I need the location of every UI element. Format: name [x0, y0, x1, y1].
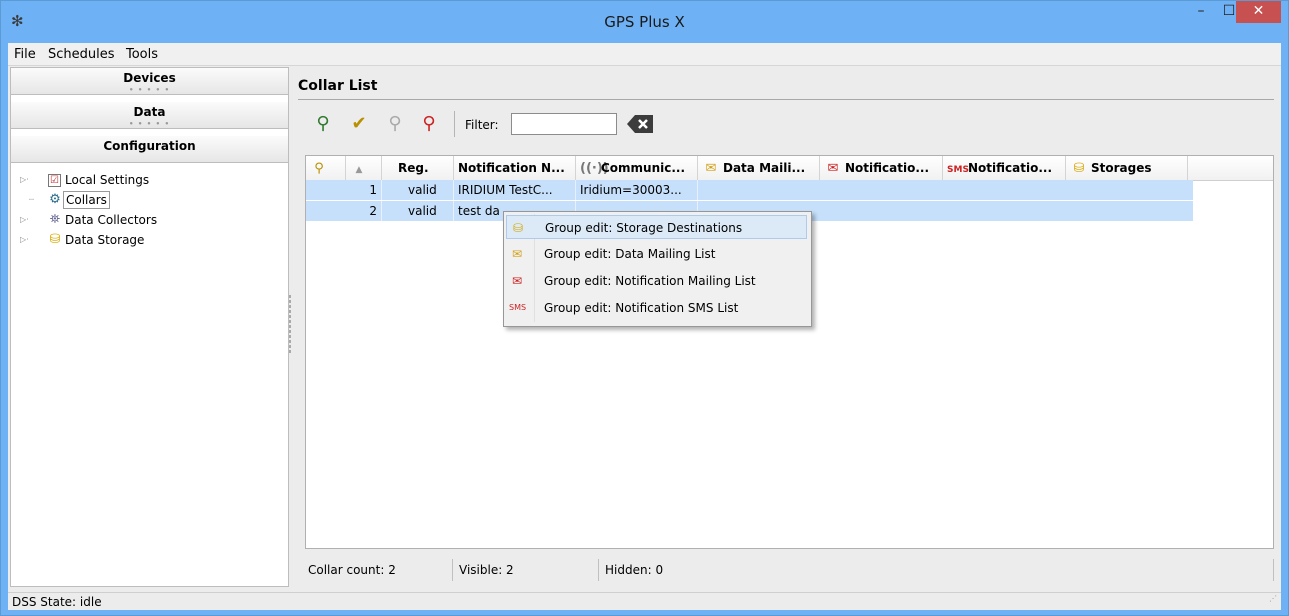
title-bar: ✻ GPS Plus X – ☐ ✕ [1, 1, 1288, 43]
divider [298, 99, 1274, 100]
dss-status: DSS State: idle ⋰ [8, 592, 1281, 610]
column-header-label: Notificatio... [845, 161, 930, 175]
resize-grip-icon[interactable]: ⋰ [1269, 590, 1277, 608]
menu-item-data-mailing-list[interactable]: ✉ Group edit: Data Mailing List [506, 242, 807, 266]
minimize-button[interactable]: – [1187, 1, 1215, 23]
remove-collar-icon[interactable]: ⚲ [416, 113, 442, 135]
navigation-panel: Devices • • • • • Data • • • • • Configu… [10, 67, 289, 587]
add-collar-icon[interactable]: ⚲ [310, 113, 336, 135]
satellite-icon: ⛯ [49, 212, 61, 227]
menu-schedules[interactable]: Schedules [48, 47, 115, 62]
column-header-storages[interactable]: ⛁ Storages [1066, 156, 1188, 180]
tree-item-data-storage[interactable]: ▷· ⛁ Data Storage [11, 230, 288, 250]
row-number: 2 [346, 201, 382, 221]
column-header-label: Data Maili... [723, 161, 806, 175]
table-header: ⚲ ▲ Reg. Notification N... ((·))Communic… [306, 156, 1273, 181]
sms-icon: SMS [509, 303, 527, 312]
mail-icon: ✉ [705, 161, 717, 176]
tree-connector-icon: ┈ [29, 195, 34, 204]
tree-item-label: Data Storage [65, 233, 145, 247]
dss-state-text: DSS State: idle [12, 595, 102, 609]
menu-item-notification-mailing-list[interactable]: ✉ Group edit: Notification Mailing List [506, 269, 807, 293]
row-number: 1 [346, 180, 382, 200]
toolbar: ⚲ ✔ ⚲ ⚲ Filter: [298, 107, 898, 141]
column-header-label: Notification N... [458, 161, 565, 175]
clear-filter-icon[interactable] [625, 113, 655, 135]
section-data-label: Data [133, 105, 166, 119]
column-header-notification-mailing[interactable]: ✉ Notificatio... [820, 156, 943, 180]
row-notification-name: IRIDIUM TestC... [454, 180, 576, 200]
menu-item-label: Group edit: Notification SMS List [544, 301, 739, 315]
tree-item-label: Data Collectors [65, 213, 158, 227]
window-title: GPS Plus X [604, 13, 685, 31]
grip-icon: • • • • • [128, 86, 171, 94]
notification-mail-icon: ✉ [827, 161, 839, 176]
disabled-collar-icon[interactable]: ⚲ [382, 113, 408, 135]
tree-item-label: Local Settings [65, 173, 150, 187]
column-header-data-mailing[interactable]: ✉ Data Maili... [698, 156, 820, 180]
expand-arrow-icon[interactable]: ▷· [20, 230, 29, 250]
close-button[interactable]: ✕ [1236, 1, 1281, 23]
database-icon: ⛁ [512, 221, 524, 235]
menu-bar: File Schedules Tools [8, 43, 1281, 66]
collar-icon: ⚲ [314, 161, 324, 176]
column-header-label: Communic... [601, 161, 686, 175]
row-reg: valid [382, 180, 454, 200]
menu-item-label: Group edit: Data Mailing List [544, 247, 716, 261]
collar-status-bar: Collar count: 2 Visible: 2 Hidden: 0 [305, 559, 1274, 581]
toolbar-separator [454, 111, 455, 137]
column-header-notification-name[interactable]: Notification N... [454, 156, 576, 180]
section-configuration[interactable]: Configuration [11, 136, 288, 163]
grip-icon: • • • • • [128, 120, 171, 128]
row-reg: valid [382, 201, 454, 221]
panel-splitter[interactable] [289, 293, 293, 363]
context-menu: ⛁ Group edit: Storage Destinations ✉ Gro… [503, 211, 812, 327]
notification-mail-icon: ✉ [511, 274, 523, 288]
collar-list-panel: Collar List ⚲ ✔ ⚲ ⚲ Filter: ⚲ ▲ Reg. Not… [295, 71, 1279, 587]
collar-count: Collar count: 2 [305, 559, 453, 581]
database-icon: ⛁ [1073, 161, 1085, 176]
tree-item-label: Collars [63, 191, 110, 209]
collar-icon: ⚙ [49, 192, 61, 207]
filter-label: Filter: [465, 118, 499, 132]
table-row[interactable]: 1 valid IRIDIUM TestC... Iridium=30003..… [306, 180, 1193, 200]
menu-item-label: Group edit: Notification Mailing List [544, 274, 756, 288]
app-window: ✻ GPS Plus X – ☐ ✕ File Schedules Tools … [0, 0, 1289, 616]
column-header-notification-sms[interactable]: SMSNotificatio... [943, 156, 1066, 180]
section-devices-label: Devices [123, 71, 176, 85]
visible-count: Visible: 2 [453, 559, 599, 581]
expand-arrow-icon[interactable]: ▷· [20, 170, 29, 190]
column-header-label: Reg. [398, 161, 429, 175]
expand-arrow-icon[interactable]: ▷· [20, 210, 29, 230]
column-header-index[interactable]: ▲ [346, 156, 382, 180]
row-communication: Iridium=30003... [576, 180, 698, 200]
antenna-icon: ((·)) [580, 161, 609, 176]
column-header-communication[interactable]: ((·))Communic... [576, 156, 698, 180]
section-configuration-label: Configuration [103, 139, 196, 153]
panel-title: Collar List [298, 78, 378, 94]
column-header-label: Notificatio... [968, 161, 1053, 175]
column-header-collar[interactable]: ⚲ [306, 156, 346, 180]
column-header-reg[interactable]: Reg. [382, 156, 454, 180]
menu-file[interactable]: File [14, 47, 36, 62]
checklist-icon: ☑ [48, 174, 61, 187]
database-icon: ⛁ [49, 232, 61, 247]
menu-tools[interactable]: Tools [126, 47, 158, 62]
tree-item-collars[interactable]: ┈ ⚙ Collars [11, 190, 288, 210]
section-data[interactable]: Data • • • • • [11, 102, 288, 129]
hidden-count: Hidden: 0 [599, 559, 1274, 581]
menu-item-storage-destinations[interactable]: ⛁ Group edit: Storage Destinations [506, 215, 807, 239]
menu-item-label: Group edit: Storage Destinations [545, 221, 743, 235]
sms-icon: SMS [947, 165, 969, 175]
tree-item-local-settings[interactable]: ▷· ☑ Local Settings [11, 170, 288, 190]
edit-collar-icon[interactable]: ✔ [346, 113, 372, 135]
tree-item-data-collectors[interactable]: ▷· ⛯ Data Collectors [11, 210, 288, 230]
mail-icon: ✉ [511, 247, 523, 261]
menu-item-notification-sms-list[interactable]: SMS Group edit: Notification SMS List [506, 296, 807, 320]
filter-input[interactable] [511, 113, 617, 135]
section-devices[interactable]: Devices • • • • • [11, 68, 288, 95]
sort-ascending-icon: ▲ [355, 165, 363, 175]
column-header-label: Storages [1091, 161, 1152, 175]
config-tree: ▷· ☑ Local Settings ┈ ⚙ Collars ▷· ⛯ Dat… [11, 170, 288, 250]
